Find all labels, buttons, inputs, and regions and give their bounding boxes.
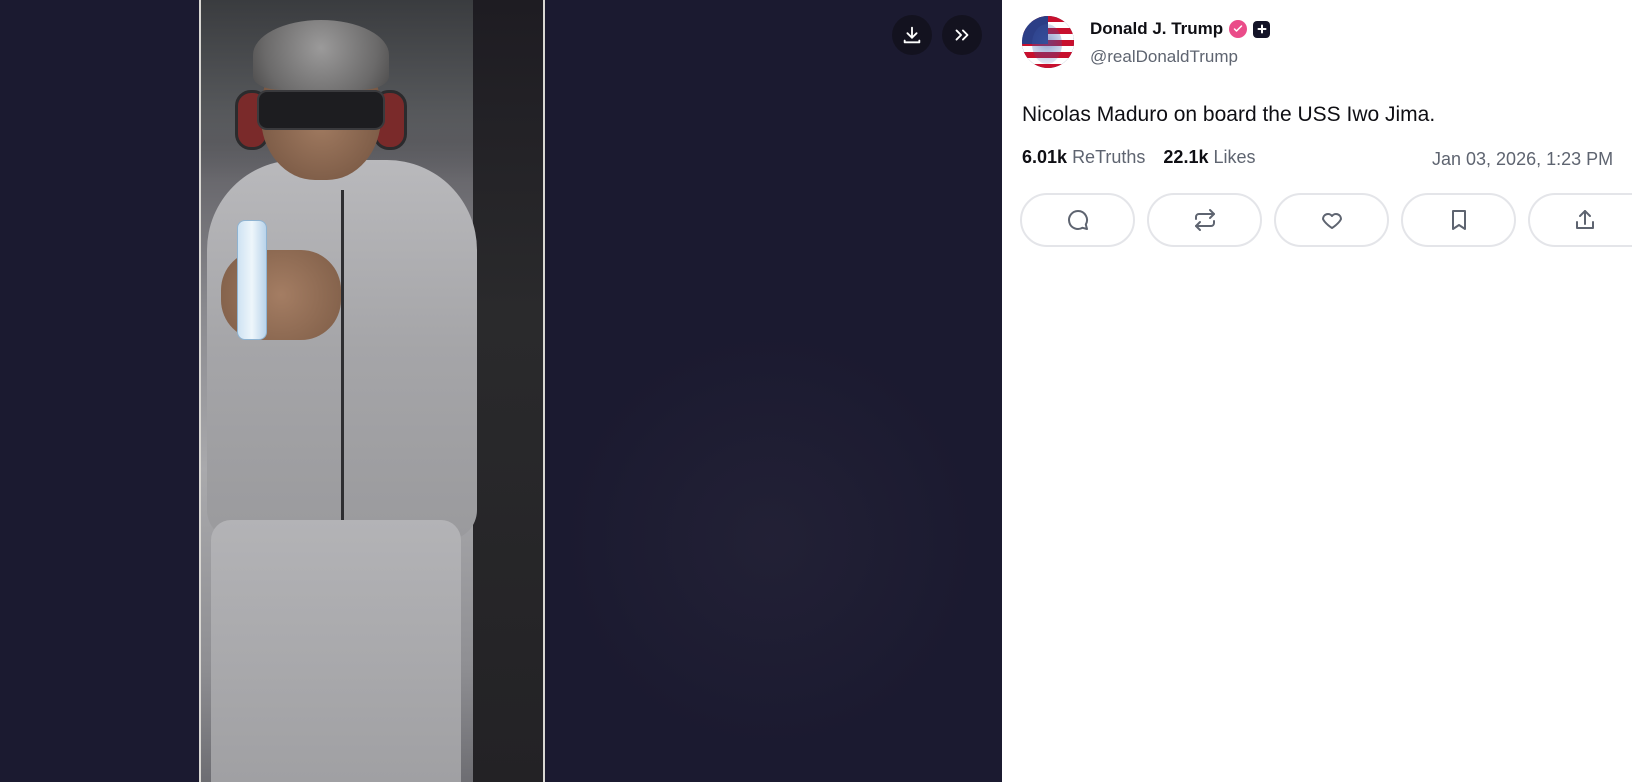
retruths-count: 6.01k xyxy=(1022,147,1068,167)
reply-button[interactable] xyxy=(1020,193,1135,247)
retruth-button[interactable] xyxy=(1147,193,1262,247)
media-viewer xyxy=(0,0,1002,782)
figure-pants xyxy=(211,520,461,782)
post-timestamp[interactable]: Jan 03, 2026, 1:23 PM xyxy=(1432,149,1613,170)
likes-stat[interactable]: 22.1k Likes xyxy=(1163,147,1255,168)
retruths-stat[interactable]: 6.01k ReTruths xyxy=(1022,147,1145,168)
post-image[interactable] xyxy=(199,0,545,782)
post-panel: Donald J. Trump @realDonaldTrump Nicolas… xyxy=(1002,0,1642,782)
likes-count: 22.1k xyxy=(1163,147,1209,167)
blackout-goggles xyxy=(257,90,385,130)
share-button[interactable] xyxy=(1528,193,1632,247)
retruth-icon xyxy=(1194,209,1215,231)
water-bottle xyxy=(237,220,267,340)
heart-icon xyxy=(1321,213,1342,229)
download-icon xyxy=(903,26,921,44)
download-button[interactable] xyxy=(892,15,932,55)
blurred-background xyxy=(560,330,980,750)
toggle-panel-button[interactable] xyxy=(942,15,982,55)
retruths-label: ReTruths xyxy=(1072,147,1146,167)
post-stats: 6.01k ReTruths 22.1k Likes xyxy=(1022,147,1256,168)
bookmark-icon xyxy=(1451,210,1466,230)
bookmark-button[interactable] xyxy=(1401,193,1516,247)
verified-badge-icon xyxy=(1229,20,1248,38)
author-handle[interactable]: @realDonaldTrump xyxy=(1090,47,1238,67)
post-text: Nicolas Maduro on board the USS Iwo Jima… xyxy=(1022,103,1436,126)
reply-icon xyxy=(1067,210,1088,230)
share-icon xyxy=(1576,210,1594,229)
like-button[interactable] xyxy=(1274,193,1389,247)
double-chevron-right-icon xyxy=(955,29,969,41)
author-name-text: Donald J. Trump xyxy=(1090,19,1224,38)
likes-label: Likes xyxy=(1213,147,1256,167)
plus-badge-icon xyxy=(1253,20,1271,38)
action-bar xyxy=(1020,193,1632,247)
author-name[interactable]: Donald J. Trump xyxy=(1090,19,1271,39)
avatar[interactable] xyxy=(1022,16,1074,68)
